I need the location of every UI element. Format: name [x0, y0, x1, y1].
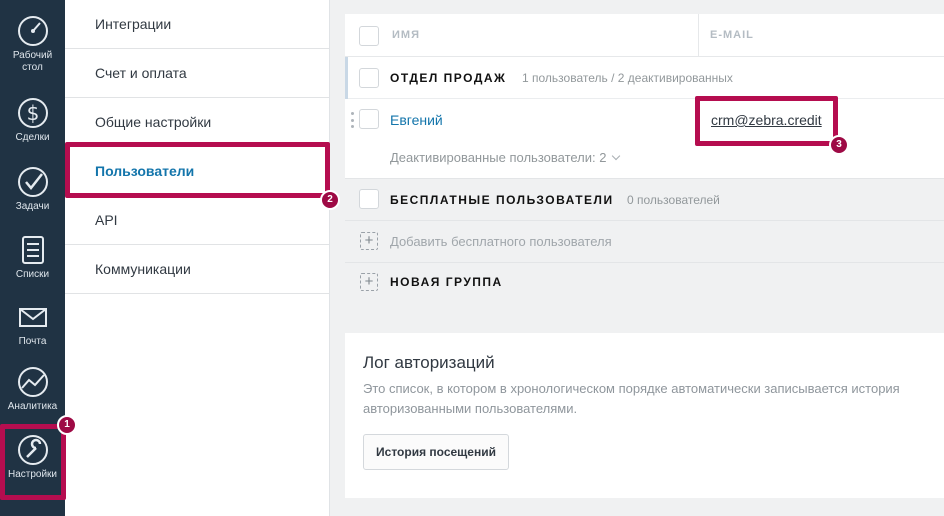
group-accent-bar	[345, 57, 348, 99]
group-title: БЕСПЛАТНЫЕ ПОЛЬЗОВАТЕЛИ	[390, 193, 614, 207]
analytics-icon	[17, 367, 48, 397]
list-icon	[21, 236, 44, 264]
group-user-count: 0 пользователей	[627, 193, 720, 207]
checkmark-icon	[17, 167, 48, 197]
deactivated-users-label: Деактивированные пользователи: 2	[390, 150, 607, 165]
user-checkbox[interactable]	[359, 109, 379, 129]
auth-log-description-line: Это список, в котором в хронологическом …	[363, 381, 900, 396]
sidebar-item-label: Аналитика	[7, 401, 58, 412]
group-row-free[interactable]: БЕСПЛАТНЫЕ ПОЛЬЗОВАТЕЛИ 0 пользователей	[345, 178, 944, 220]
settings-menu-integrations[interactable]: Интеграции	[65, 0, 329, 49]
plus-icon: +	[360, 273, 378, 291]
main-sidebar: Рабочий стол $ Сделки Задачи Списки Почт…	[0, 0, 65, 516]
sidebar-item-label: Задачи	[15, 201, 50, 212]
column-divider	[698, 14, 699, 57]
chevron-down-icon	[612, 151, 621, 161]
main-content: ИМЯ E-MAIL ОТДЕЛ ПРОДАЖ 1 пользователь /…	[330, 0, 944, 516]
add-free-user-label: Добавить бесплатного пользователя	[390, 234, 612, 249]
sidebar-item-settings[interactable]: Настройки	[0, 433, 65, 481]
sidebar-item-label: Списки	[15, 269, 50, 280]
settings-menu-communications[interactable]: Коммуникации	[65, 245, 329, 294]
auth-log-description: Это список, в котором в хронологическом …	[363, 379, 944, 419]
wrench-icon	[17, 435, 48, 465]
sidebar-item-label: Почта	[18, 336, 47, 347]
sidebar-item-analytics[interactable]: Аналитика	[0, 365, 65, 413]
column-header-name: ИМЯ	[392, 29, 420, 41]
plus-icon: +	[360, 232, 378, 250]
deactivated-users-toggle[interactable]: Деактивированные пользователи: 2	[390, 150, 621, 165]
user-email-link[interactable]: crm@zebra.credit	[711, 112, 822, 128]
annotation-badge: 2	[320, 190, 340, 210]
sidebar-item-deals[interactable]: $ Сделки	[0, 96, 65, 144]
mail-icon	[18, 308, 47, 327]
users-table: ИМЯ E-MAIL ОТДЕЛ ПРОДАЖ 1 пользователь /…	[345, 14, 944, 303]
column-header-email: E-MAIL	[710, 29, 754, 41]
group-checkbox[interactable]	[359, 68, 379, 88]
annotation-badge: 3	[829, 135, 849, 155]
auth-log-card: Лог авторизаций Это список, в котором в …	[345, 333, 944, 498]
settings-menu-users[interactable]: Пользователи	[65, 147, 329, 196]
group-user-count: 1 пользователь / 2 деактивированных	[522, 71, 733, 85]
auth-log-description-line: авторизованными пользователями.	[363, 401, 578, 416]
table-header: ИМЯ E-MAIL	[345, 14, 944, 57]
new-group-label: НОВАЯ ГРУППА	[390, 275, 503, 289]
svg-text:$: $	[26, 101, 39, 125]
dashboard-icon	[17, 16, 48, 46]
select-all-checkbox[interactable]	[359, 26, 379, 46]
sidebar-item-dashboard[interactable]: Рабочий стол	[0, 14, 65, 74]
settings-menu-general[interactable]: Общие настройки	[65, 98, 329, 147]
annotation-badge: 1	[57, 415, 77, 435]
visit-history-button[interactable]: История посещений	[363, 434, 509, 470]
auth-log-title: Лог авторизаций	[363, 353, 495, 372]
new-group-row[interactable]: + НОВАЯ ГРУППА	[345, 262, 944, 303]
settings-menu: Интеграции Счет и оплата Общие настройки…	[65, 0, 330, 516]
drag-handle-icon[interactable]	[351, 112, 354, 128]
group-title: ОТДЕЛ ПРОДАЖ	[390, 71, 507, 85]
group-row-sales[interactable]: ОТДЕЛ ПРОДАЖ 1 пользователь / 2 деактиви…	[345, 57, 944, 99]
sidebar-item-lists[interactable]: Списки	[0, 233, 65, 281]
sidebar-item-label: Настройки	[7, 469, 58, 480]
add-free-user-row[interactable]: + Добавить бесплатного пользователя	[345, 220, 944, 262]
sidebar-item-tasks[interactable]: Задачи	[0, 165, 65, 213]
user-name-link[interactable]: Евгений	[390, 112, 443, 128]
dollar-icon: $	[17, 98, 48, 128]
sidebar-item-label: Рабочий стол	[12, 50, 53, 73]
settings-menu-billing[interactable]: Счет и оплата	[65, 49, 329, 98]
sidebar-item-label: Сделки	[15, 132, 50, 143]
sidebar-item-mail[interactable]: Почта	[0, 300, 65, 348]
table-row[interactable]: Евгений crm@zebra.credit	[345, 100, 944, 139]
settings-menu-api[interactable]: API	[65, 196, 329, 245]
group-checkbox[interactable]	[359, 189, 379, 209]
